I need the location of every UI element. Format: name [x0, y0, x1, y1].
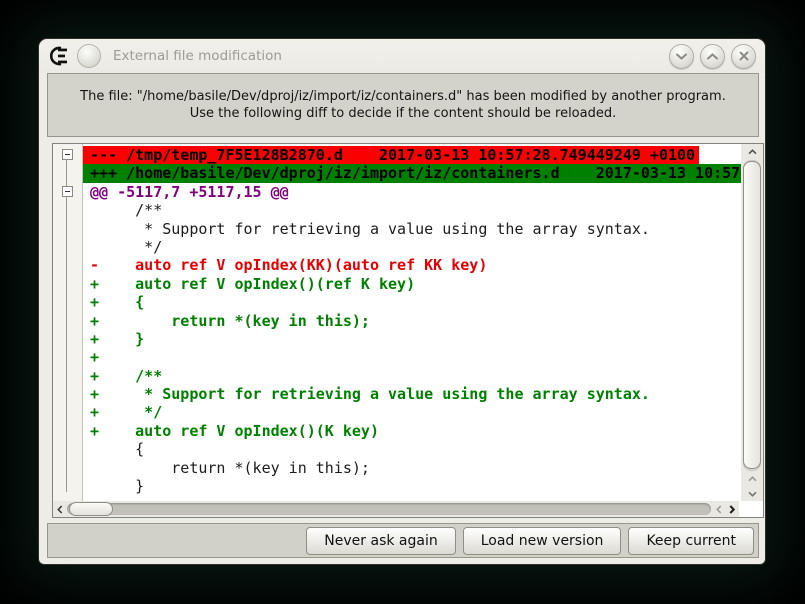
- diff-line: }: [83, 477, 741, 495]
- fold-gutter: [53, 144, 83, 501]
- message-panel: The file: "/home/basile/Dev/dproj/iz/imp…: [47, 73, 759, 137]
- diff-line: + */: [83, 403, 741, 421]
- scroll-left-button[interactable]: [53, 501, 67, 517]
- diff-line: + }: [83, 330, 741, 348]
- diff-line: + * Support for retrieving a value using…: [83, 385, 741, 403]
- close-button[interactable]: [731, 44, 756, 69]
- scroll-up-button-secondary[interactable]: [741, 471, 763, 486]
- scroll-right-button[interactable]: [725, 501, 739, 517]
- diff-line: /**: [83, 201, 741, 219]
- fold-collapse-icon[interactable]: [62, 186, 73, 197]
- diff-line: --- /tmp/temp_7F5E128B2870.d 2017-03-13 …: [83, 146, 741, 164]
- chevron-left-icon: [57, 505, 63, 514]
- fold-tree-line: [66, 158, 67, 492]
- scroll-left-button-secondary[interactable]: [712, 501, 726, 517]
- chevron-left-icon: [716, 505, 722, 514]
- diff-viewer: --- /tmp/temp_7F5E128B2870.d 2017-03-13 …: [52, 143, 764, 518]
- maximize-button[interactable]: [700, 44, 725, 69]
- chevron-up-icon: [707, 53, 718, 60]
- titlebar-menu-button[interactable]: [77, 44, 101, 68]
- horizontal-scroll-track[interactable]: [67, 503, 711, 515]
- diff-line: */: [83, 238, 741, 256]
- titlebar[interactable]: External file modification: [39, 39, 765, 73]
- diff-line: + auto ref V opIndex()(K key): [83, 422, 741, 440]
- never-ask-again-button[interactable]: Never ask again: [306, 527, 455, 555]
- scroll-up-button[interactable]: [741, 144, 763, 159]
- horizontal-scrollbar[interactable]: [53, 501, 739, 517]
- vertical-scrollbar[interactable]: [741, 144, 763, 501]
- diff-line: * Support for retrieving a value using t…: [83, 220, 741, 238]
- diff-line: + /**: [83, 367, 741, 385]
- diff-line: + {: [83, 293, 741, 311]
- diff-line: + auto ref V opIndex()(ref K key): [83, 275, 741, 293]
- horizontal-scroll-thumb[interactable]: [69, 502, 113, 516]
- message-line-1: The file: "/home/basile/Dev/dproj/iz/imp…: [80, 88, 726, 105]
- diff-line: {: [83, 440, 741, 458]
- diff-line: +: [83, 348, 741, 366]
- dialog-window: External file modification The file: "/h…: [38, 38, 766, 565]
- diff-line: +++ /home/basile/Dev/dproj/iz/import/iz/…: [83, 164, 741, 182]
- load-new-version-button[interactable]: Load new version: [463, 527, 622, 555]
- chevron-down-icon: [748, 491, 757, 497]
- scroll-down-button[interactable]: [741, 486, 763, 501]
- chevron-up-icon: [748, 149, 757, 155]
- diff-code[interactable]: --- /tmp/temp_7F5E128B2870.d 2017-03-13 …: [83, 144, 741, 501]
- diff-line: @@ -5117,7 +5117,15 @@: [83, 183, 741, 201]
- vertical-scroll-thumb[interactable]: [743, 161, 761, 469]
- window-title: External file modification: [113, 48, 663, 64]
- keep-current-button[interactable]: Keep current: [628, 527, 754, 555]
- minimize-button[interactable]: [669, 44, 694, 69]
- diff-line: return *(key in this);: [83, 459, 741, 477]
- coedit-app-icon: [48, 45, 70, 67]
- dialog-button-bar: Never ask again Load new version Keep cu…: [47, 523, 759, 558]
- diff-line: + return *(key in this);: [83, 312, 741, 330]
- fold-collapse-icon[interactable]: [62, 149, 73, 160]
- chevron-right-icon: [729, 505, 735, 514]
- chevron-up-icon: [748, 476, 757, 482]
- chevron-down-icon: [676, 53, 687, 60]
- message-line-2: Use the following diff to decide if the …: [190, 105, 617, 122]
- close-icon: [739, 51, 749, 61]
- diff-line: - auto ref V opIndex(KK)(auto ref KK key…: [83, 256, 741, 274]
